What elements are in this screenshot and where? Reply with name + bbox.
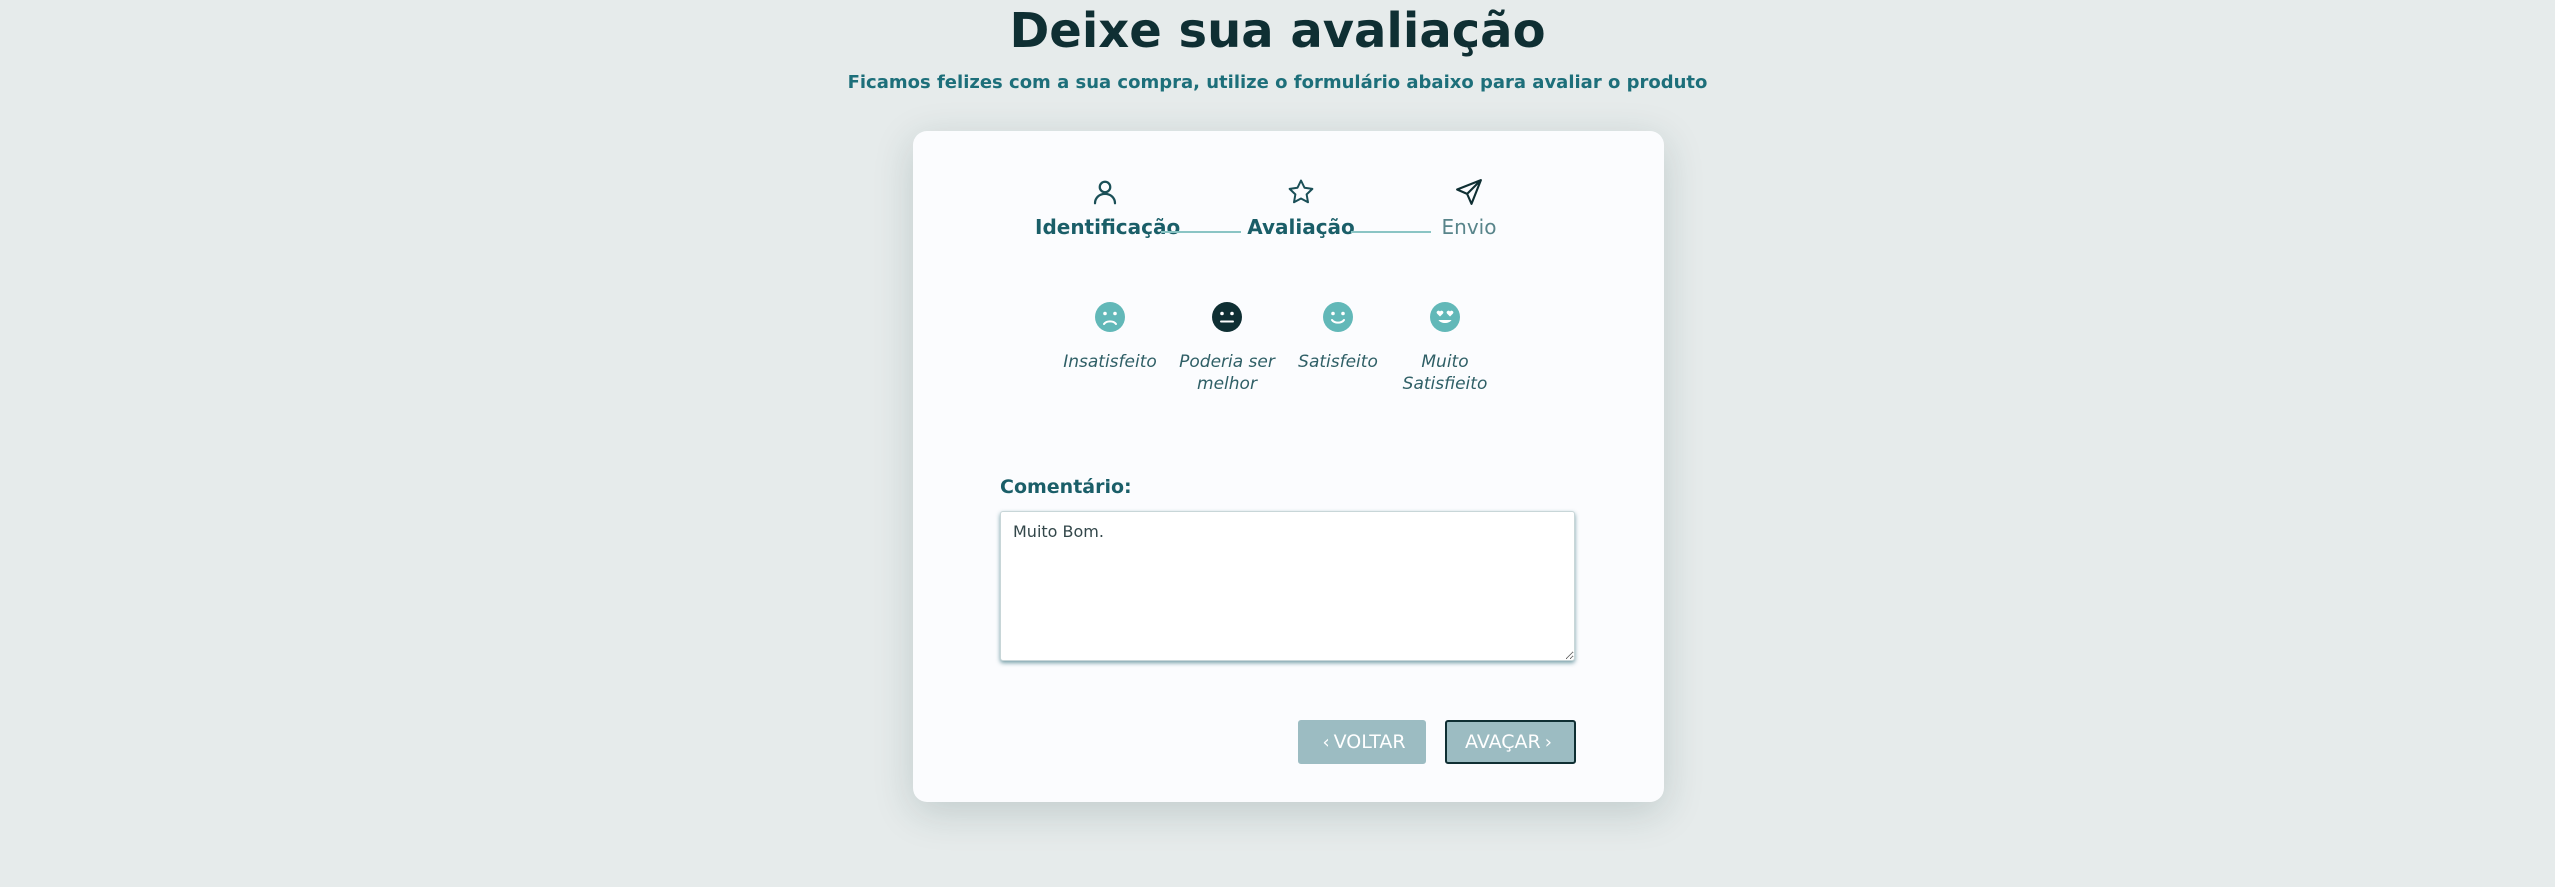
- back-button-label: VOLTAR: [1333, 731, 1406, 753]
- rating-label: Satisfeito: [1298, 352, 1378, 372]
- step-envio[interactable]: Envio: [1419, 165, 1519, 255]
- chevron-right-icon: ›: [1544, 731, 1552, 753]
- rating-muito-satisfeito[interactable]: Muito Satisfieito: [1390, 301, 1500, 395]
- step-identificacao[interactable]: Identificação: [1035, 165, 1181, 255]
- smile-face-icon: [1323, 302, 1353, 332]
- next-button-label: AVAÇAR: [1465, 731, 1541, 753]
- rating-insatisfeito[interactable]: Insatisfeito: [1055, 301, 1165, 373]
- step-label: Avaliação: [1247, 215, 1355, 239]
- rating-poderia-ser-melhor[interactable]: Poderia ser melhor: [1172, 301, 1282, 395]
- step-avaliacao[interactable]: Avaliação: [1231, 165, 1371, 255]
- user-icon: [1093, 180, 1117, 205]
- frown-face-icon: [1095, 302, 1125, 332]
- progress-stepper: Identificação Avaliação Envio: [1035, 165, 1496, 255]
- rating-satisfeito[interactable]: Satisfeito: [1283, 301, 1393, 373]
- comment-textarea[interactable]: Muito Bom.: [1000, 511, 1575, 661]
- neutral-face-icon: [1212, 302, 1242, 332]
- chevron-left-icon: ‹: [1322, 731, 1330, 753]
- rating-label: Insatisfeito: [1063, 352, 1157, 372]
- step-label: Envio: [1441, 215, 1497, 239]
- step-connector: [1161, 231, 1241, 233]
- page-subtitle: Ficamos felizes com a sua compra, utiliz…: [847, 72, 1708, 93]
- rating-label: Muito Satisfieito: [1402, 352, 1488, 394]
- next-button[interactable]: AVAÇAR ›: [1445, 720, 1576, 764]
- rating-options: Insatisfeito Poderia ser melhor Satisfei…: [1063, 301, 1513, 411]
- review-card: Identificação Avaliação Envio Insatisfei…: [913, 131, 1664, 802]
- rating-label: Poderia ser melhor: [1179, 352, 1275, 394]
- send-icon: [1456, 179, 1482, 205]
- star-icon: [1288, 179, 1314, 204]
- heart-eyes-face-icon: [1430, 302, 1460, 332]
- page-title: Deixe sua avaliação: [1009, 3, 1546, 59]
- step-label: Identificação: [1035, 215, 1181, 239]
- back-button[interactable]: ‹ VOLTAR: [1298, 720, 1426, 764]
- comment-label: Comentário:: [1000, 476, 1132, 498]
